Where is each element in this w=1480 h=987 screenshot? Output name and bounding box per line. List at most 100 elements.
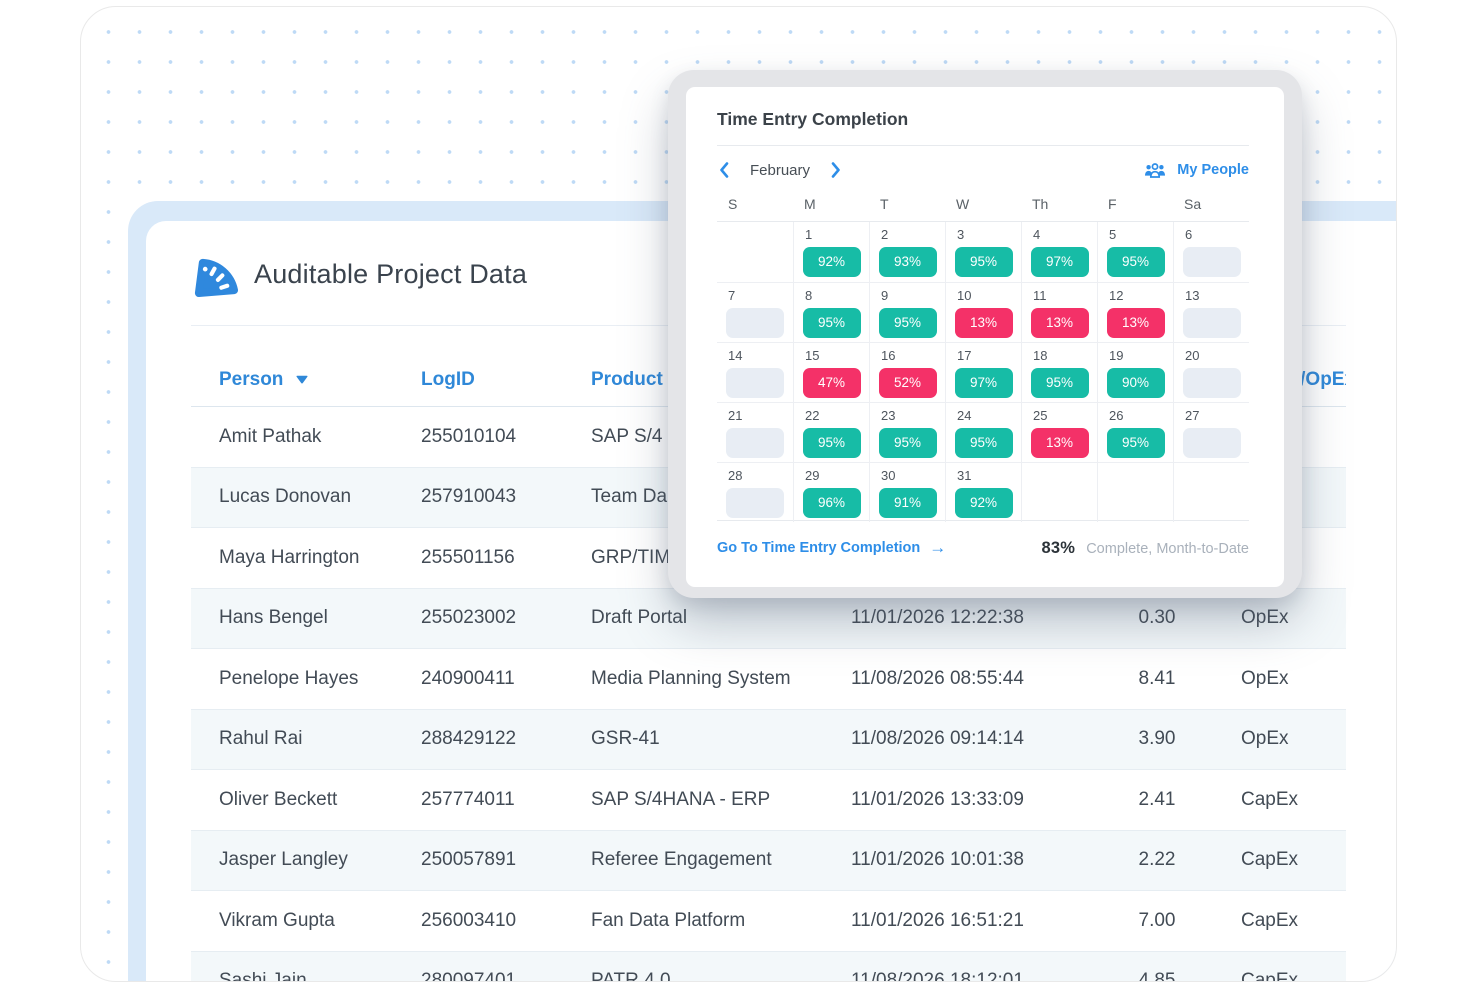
day-number: 31 xyxy=(957,468,1021,484)
day-completion-badge[interactable]: 95% xyxy=(803,308,861,338)
table-row: Penelope Hayes240900411Media Planning Sy… xyxy=(191,649,1346,710)
day-completion-badge[interactable]: 95% xyxy=(1107,247,1165,277)
cell-datetime: 11/08/2026 09:14:14 xyxy=(851,728,1107,750)
cell-datetime: 11/01/2026 12:22:38 xyxy=(851,607,1107,629)
cell-datetime: 11/01/2026 16:51:21 xyxy=(851,910,1107,932)
day-cell: 2295% xyxy=(793,402,869,462)
cell-hours: 3.90 xyxy=(1107,728,1207,750)
day-cell: 3192% xyxy=(945,462,1021,522)
widget-title: Time Entry Completion xyxy=(717,109,1249,133)
cell-logid: 288429122 xyxy=(421,728,591,750)
completion-percent: 83% xyxy=(1042,539,1076,557)
day-cell: 2695% xyxy=(1097,402,1173,462)
day-number: 1 xyxy=(805,227,869,243)
day-completion-badge[interactable]: 13% xyxy=(1107,308,1165,338)
day-completion-badge[interactable]: 95% xyxy=(955,247,1013,277)
day-completion-badge[interactable]: 91% xyxy=(879,488,937,518)
cell-person: Oliver Beckett xyxy=(191,789,421,811)
day-empty-pill xyxy=(1183,368,1241,398)
cell-product: Draft Portal xyxy=(591,607,851,629)
next-month-button[interactable] xyxy=(829,160,843,180)
day-number: 30 xyxy=(881,468,945,484)
cell-datetime: 11/08/2026 08:55:44 xyxy=(851,668,1107,690)
empty-cell xyxy=(1021,462,1097,522)
day-number: 2 xyxy=(881,227,945,243)
day-number: 9 xyxy=(881,288,945,304)
cell-type: OpEx xyxy=(1207,728,1346,750)
day-completion-badge[interactable]: 13% xyxy=(1031,428,1089,458)
day-empty-pill xyxy=(726,488,784,518)
my-people-link[interactable]: My People xyxy=(1144,162,1249,179)
cell-logid: 255501156 xyxy=(421,547,591,569)
cell-person: Jasper Langley xyxy=(191,849,421,871)
day-empty-pill xyxy=(1183,247,1241,277)
day-completion-badge[interactable]: 97% xyxy=(955,368,1013,398)
cell-person: Sashi Jain xyxy=(191,970,421,982)
completion-label: Complete, Month-to-Date xyxy=(1086,541,1249,557)
day-completion-badge[interactable]: 95% xyxy=(1031,368,1089,398)
table-row: Sashi Jain280097401PATR 4.011/08/2026 18… xyxy=(191,952,1346,983)
widget-title-divider xyxy=(717,145,1249,146)
empty-cell xyxy=(1097,462,1173,522)
cell-logid: 280097401 xyxy=(421,970,591,982)
cell-product: GSR-41 xyxy=(591,728,851,750)
cell-hours: 8.41 xyxy=(1107,668,1207,690)
cell-product: Referee Engagement xyxy=(591,849,851,871)
page-title: Auditable Project Data xyxy=(254,259,527,290)
day-cell: 6 xyxy=(1173,222,1249,282)
go-to-link-label: Go To Time Entry Completion xyxy=(717,540,920,556)
cell-type: OpEx xyxy=(1207,607,1346,629)
day-completion-badge[interactable]: 95% xyxy=(879,428,937,458)
day-cell: 3091% xyxy=(869,462,945,522)
cell-product: Media Planning System xyxy=(591,668,851,690)
day-cell: 13 xyxy=(1173,282,1249,342)
day-cell: 27 xyxy=(1173,402,1249,462)
day-completion-badge[interactable]: 52% xyxy=(879,368,937,398)
column-header-logid[interactable]: LogID xyxy=(421,369,591,391)
cell-hours: 4.85 xyxy=(1107,970,1207,982)
go-to-time-entry-link[interactable]: Go To Time Entry Completion → xyxy=(717,538,946,558)
day-number: 27 xyxy=(1185,408,1249,424)
day-completion-badge[interactable]: 92% xyxy=(803,247,861,277)
day-completion-badge[interactable]: 47% xyxy=(803,368,861,398)
day-empty-pill xyxy=(1183,428,1241,458)
day-number: 26 xyxy=(1109,408,1173,424)
cell-logid: 255023002 xyxy=(421,607,591,629)
cell-type: CapEx xyxy=(1207,970,1346,982)
day-completion-badge[interactable]: 90% xyxy=(1107,368,1165,398)
cell-logid: 256003410 xyxy=(421,910,591,932)
day-completion-badge[interactable]: 92% xyxy=(955,488,1013,518)
day-completion-badge[interactable]: 13% xyxy=(1031,308,1089,338)
page-background: Auditable Project Data PersonLogIDProduc… xyxy=(0,0,1480,987)
day-cell: 1990% xyxy=(1097,342,1173,402)
day-completion-badge[interactable]: 97% xyxy=(1031,247,1089,277)
day-number: 23 xyxy=(881,408,945,424)
day-number: 19 xyxy=(1109,348,1173,364)
day-completion-badge[interactable]: 96% xyxy=(803,488,861,518)
day-cell: 20 xyxy=(1173,342,1249,402)
day-cell: 1652% xyxy=(869,342,945,402)
day-number: 15 xyxy=(805,348,869,364)
day-number: 11 xyxy=(1033,288,1097,304)
people-group-icon xyxy=(1144,162,1166,179)
day-cell: 995% xyxy=(869,282,945,342)
cell-person: Lucas Donovan xyxy=(191,486,421,508)
completion-summary: 83% Complete, Month-to-Date xyxy=(1042,539,1249,558)
calendar-footer: Go To Time Entry Completion → 83% Comple… xyxy=(717,533,1249,563)
day-completion-badge[interactable]: 95% xyxy=(1107,428,1165,458)
day-cell: 1895% xyxy=(1021,342,1097,402)
cell-person: Maya Harrington xyxy=(191,547,421,569)
day-number: 7 xyxy=(728,288,793,304)
cell-hours: 7.00 xyxy=(1107,910,1207,932)
day-completion-badge[interactable]: 95% xyxy=(879,308,937,338)
day-cell: 895% xyxy=(793,282,869,342)
cell-type: CapEx xyxy=(1207,910,1346,932)
day-completion-badge[interactable]: 93% xyxy=(879,247,937,277)
prev-month-button[interactable] xyxy=(717,160,731,180)
day-number: 3 xyxy=(957,227,1021,243)
day-completion-badge[interactable]: 95% xyxy=(803,428,861,458)
day-completion-badge[interactable]: 95% xyxy=(955,428,1013,458)
column-header-person[interactable]: Person xyxy=(191,369,421,391)
day-cell: 2395% xyxy=(869,402,945,462)
day-completion-badge[interactable]: 13% xyxy=(955,308,1013,338)
